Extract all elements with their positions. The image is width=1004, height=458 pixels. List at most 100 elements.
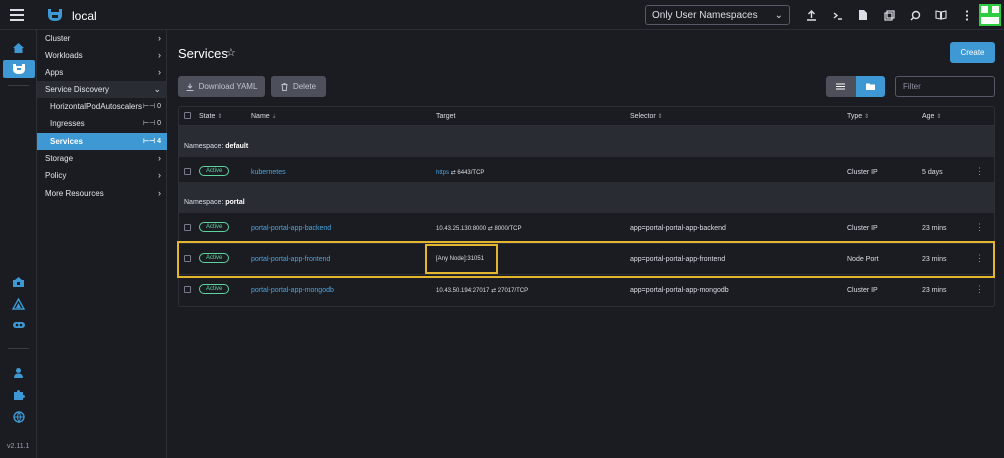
table-row[interactable]: Active portal-portal-app-backend 10.43.2… (179, 213, 994, 244)
main-content: Services ☆ Create Download YAML Delete S… (168, 30, 1004, 458)
chevron-right-icon: › (158, 50, 161, 60)
service-name-link[interactable]: kubernetes (251, 169, 286, 176)
sidebar-item-count: ⊢⊣ 0 (142, 103, 161, 110)
delete-label: Delete (292, 82, 317, 91)
namespace-group-header: Namespace: default (179, 126, 994, 157)
chevron-right-icon: › (158, 170, 161, 180)
triangle-logo-icon[interactable] (10, 295, 27, 312)
row-actions-icon[interactable]: ⋮ (975, 222, 984, 233)
service-name-link[interactable]: portal-portal-app-mongodb (251, 287, 334, 294)
folder-icon (865, 83, 875, 90)
search-icon[interactable] (902, 7, 928, 23)
users-icon[interactable] (10, 364, 27, 381)
cluster-name: local (72, 9, 97, 23)
sidebar-item-policy[interactable]: Policy › (37, 167, 167, 184)
fleet-icon[interactable] (10, 273, 27, 290)
age-cell: 23 mins (922, 287, 947, 294)
more-actions-icon[interactable] (954, 7, 980, 23)
copy-kubeconfig-icon[interactable] (876, 7, 902, 23)
list-icon (836, 83, 846, 90)
sidebar-item-more-resources[interactable]: More Resources › (37, 185, 167, 202)
namespace-group-header: Namespace: portal (179, 182, 994, 213)
sidebar-item-label: Policy (45, 171, 67, 180)
sidebar-item-count: ⊢⊣ 0 (142, 120, 161, 127)
sidebar-item-label: Workloads (45, 51, 83, 60)
column-header-selector[interactable]: Selector ⇕ (630, 113, 663, 120)
sidebar-item-service-discovery[interactable]: Service Discovery ⌄ (37, 81, 167, 98)
service-name-link[interactable]: portal-portal-app-backend (251, 225, 331, 232)
row-checkbox[interactable] (184, 168, 191, 175)
table-header: State ⇕ Name ⇣ Target Selector ⇕ Type ⇕ … (179, 107, 994, 126)
table-row[interactable]: Active portal-portal-app-mongodb 10.43.5… (179, 275, 994, 306)
group-by-namespace-button[interactable] (855, 76, 885, 97)
download-yaml-label: Download YAML (198, 82, 258, 91)
select-all-checkbox[interactable] (184, 112, 191, 119)
top-header: local Only User Namespaces ⌄ (0, 0, 1004, 30)
column-header-name[interactable]: Name ⇣ (251, 113, 277, 120)
download-yaml-button[interactable]: Download YAML (178, 76, 265, 97)
create-button[interactable]: Create (950, 42, 995, 63)
sidebar-item-label: Service Discovery (45, 85, 110, 94)
port-arrow-icon: ⇄ (491, 288, 497, 294)
puzzle-piece-icon[interactable] (10, 386, 27, 403)
trash-icon (281, 82, 288, 91)
sidebar-item-workloads[interactable]: Workloads › (37, 47, 167, 64)
highlight-frame-target (425, 244, 498, 274)
sidebar-item-storage[interactable]: Storage › (37, 150, 167, 167)
type-cell: Cluster IP (847, 225, 878, 232)
port-arrow-icon: ⇄ (487, 226, 493, 232)
view-toggle (826, 76, 885, 97)
sidebar-item-ingresses[interactable]: Ingresses ⊢⊣ 0 (37, 115, 167, 132)
star-favorite-icon[interactable]: ☆ (226, 46, 236, 59)
user-avatar[interactable] (979, 4, 1001, 26)
chevron-down-icon: ⌄ (153, 84, 161, 94)
status-badge: Active (199, 222, 230, 232)
selector-cell: app=portal-portal-app-mongodb (630, 287, 729, 294)
row-checkbox[interactable] (184, 286, 191, 293)
row-actions-icon[interactable]: ⋮ (975, 166, 984, 177)
extensions-icon[interactable] (10, 316, 27, 333)
chevron-down-icon: ⌄ (774, 10, 783, 21)
row-actions-icon[interactable]: ⋮ (975, 284, 984, 295)
row-checkbox[interactable] (184, 224, 191, 231)
sidebar-item-services[interactable]: Services ⊢⊣ 4 (37, 133, 167, 150)
column-header-target: Target (436, 113, 456, 120)
namespace-select[interactable]: Only User Namespaces ⌄ (645, 5, 790, 25)
import-yaml-icon[interactable] (798, 7, 824, 23)
status-badge: Active (199, 284, 230, 294)
cluster-logo-icon (48, 9, 62, 21)
type-cell: Cluster IP (847, 169, 878, 176)
column-header-state[interactable]: State ⇕ (199, 113, 222, 120)
home-icon[interactable] (10, 39, 27, 56)
kubectl-shell-icon[interactable] (824, 7, 850, 23)
left-rail (0, 30, 37, 458)
cluster-explorer-icon[interactable] (3, 60, 35, 78)
target-cell: 10.43.25.130:8000 ⇄ 8000/TCP (436, 226, 522, 232)
chevron-right-icon: › (158, 67, 161, 77)
sidebar-item-label: More Resources (45, 189, 104, 198)
column-header-age[interactable]: Age ⇕ (922, 113, 941, 120)
highlight-frame-row (177, 241, 995, 278)
sidebar-item-cluster[interactable]: Cluster › (37, 30, 167, 47)
download-icon (186, 83, 194, 91)
sidebar-item-count: ⊢⊣ 4 (142, 138, 161, 145)
delete-button[interactable]: Delete (271, 76, 326, 97)
column-header-type[interactable]: Type ⇕ (847, 113, 869, 120)
sidebar-item-apps[interactable]: Apps › (37, 64, 167, 81)
sidebar-item-horizontalpodautoscalers[interactable]: HorizontalPodAutoscalers ⊢⊣ 0 (37, 98, 167, 115)
sidebar: Cluster › Workloads › Apps › Service Dis… (37, 30, 167, 458)
target-cell: 10.43.50.194:27017 ⇄ 27017/TCP (436, 288, 529, 294)
docs-book-icon[interactable] (928, 7, 954, 23)
kubeconfig-file-icon[interactable] (850, 7, 876, 23)
chevron-right-icon: › (158, 188, 161, 198)
sidebar-item-label: Storage (45, 154, 74, 163)
filter-input[interactable] (895, 76, 995, 97)
target-link[interactable]: https (436, 170, 449, 176)
selector-cell: app=portal-portal-app-backend (630, 225, 726, 232)
flat-list-view-button[interactable] (826, 76, 856, 97)
namespace-select-value: Only User Namespaces (652, 10, 758, 21)
globe-icon[interactable] (10, 408, 27, 425)
sidebar-item-label: Ingresses (50, 119, 85, 128)
menu-icon[interactable] (10, 9, 24, 21)
age-cell: 5 days (922, 169, 943, 176)
